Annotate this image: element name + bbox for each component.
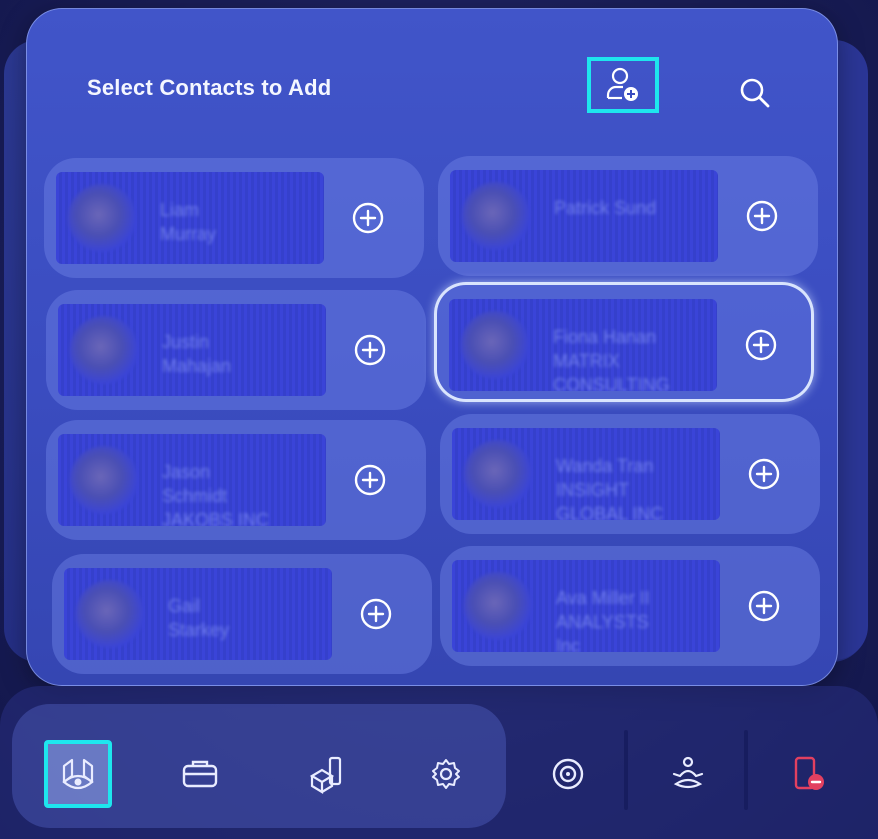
- plus-circle-icon: [360, 598, 392, 630]
- plus-circle-icon: [748, 590, 780, 622]
- contact-info-redacted: Liam Murray: [56, 172, 324, 264]
- contact-card[interactable]: Ava Miller II ANALYSTS Inc: [440, 546, 820, 666]
- contact-name: Gail Starkey: [168, 596, 230, 640]
- dock-item-view[interactable]: [44, 740, 112, 808]
- toolbox-icon: [182, 760, 218, 788]
- meditation-icon: [672, 756, 704, 789]
- contact-info-redacted: Wanda Tran INSIGHT GLOBAL INC: [452, 428, 720, 520]
- contact-name: Jason Schmidt JAKOBS INC: [162, 462, 270, 526]
- plus-circle-icon: [354, 334, 386, 366]
- panel-title: Select Contacts to Add: [87, 75, 332, 100]
- avatar: [462, 182, 530, 250]
- contact-card[interactable]: Wanda Tran INSIGHT GLOBAL INC: [440, 414, 820, 534]
- dock-item-settings[interactable]: [412, 740, 480, 808]
- contact-card[interactable]: Gail Starkey: [52, 554, 432, 674]
- contact-name: Fiona Hanan MATRIX CONSULTING: [553, 327, 670, 391]
- avatar: [70, 316, 138, 384]
- contact-card[interactable]: Fiona Hanan MATRIX CONSULTING: [434, 282, 814, 402]
- dock-separator: [744, 730, 748, 810]
- avatar: [461, 311, 529, 379]
- contact-name: Wanda Tran INSIGHT GLOBAL INC: [556, 456, 664, 520]
- avatar: [70, 446, 138, 514]
- add-contact-plus-button[interactable]: [350, 200, 386, 236]
- view-icon: [62, 758, 94, 790]
- add-contact-button[interactable]: [587, 57, 659, 113]
- add-contact-plus-button[interactable]: [352, 332, 388, 368]
- avatar: [464, 440, 532, 508]
- contact-name: Justin Mahajan: [162, 332, 232, 376]
- leave-call-icon: [794, 756, 824, 790]
- avatar: [464, 572, 532, 640]
- 3d-objects-icon: [309, 756, 342, 794]
- contact-info-redacted: Gail Starkey: [64, 568, 332, 660]
- avatar: [68, 184, 136, 252]
- settings-icon: [432, 759, 460, 789]
- add-contact-plus-button[interactable]: [746, 588, 782, 624]
- contact-name: Ava Miller II ANALYSTS Inc: [556, 588, 650, 652]
- contact-card[interactable]: Justin Mahajan: [46, 290, 426, 410]
- plus-circle-icon: [746, 200, 778, 232]
- dock-item-3d-objects[interactable]: [292, 740, 360, 808]
- target-icon: [552, 758, 584, 790]
- contact-name: Patrick Sund: [554, 198, 657, 218]
- dock-item-meditation[interactable]: [654, 740, 722, 808]
- contact-info-redacted: Patrick Sund: [450, 170, 718, 262]
- search-icon: [740, 78, 770, 108]
- plus-circle-icon: [352, 202, 384, 234]
- add-contact-plus-button[interactable]: [358, 596, 394, 632]
- person-add-icon: [606, 67, 638, 101]
- dock-separator: [624, 730, 628, 810]
- contact-card[interactable]: Jason Schmidt JAKOBS INC: [46, 420, 426, 540]
- contact-card[interactable]: Liam Murray: [44, 158, 424, 278]
- plus-circle-icon: [748, 458, 780, 490]
- contact-info-redacted: Fiona Hanan MATRIX CONSULTING: [449, 299, 717, 391]
- contact-info-redacted: Justin Mahajan: [58, 304, 326, 396]
- plus-circle-icon: [745, 329, 777, 361]
- add-contact-plus-button[interactable]: [352, 462, 388, 498]
- dock-item-toolbox[interactable]: [166, 740, 234, 808]
- contact-info-redacted: Jason Schmidt JAKOBS INC: [58, 434, 326, 526]
- add-contact-plus-button[interactable]: [746, 456, 782, 492]
- contact-info-redacted: Ava Miller II ANALYSTS Inc: [452, 560, 720, 652]
- search-button[interactable]: [727, 65, 783, 121]
- dock-item-target[interactable]: [534, 740, 602, 808]
- avatar: [76, 580, 144, 648]
- dock-item-leave-call[interactable]: [774, 740, 842, 808]
- plus-circle-icon: [354, 464, 386, 496]
- contact-card[interactable]: Patrick Sund: [438, 156, 818, 276]
- add-contact-plus-button[interactable]: [743, 327, 779, 363]
- contact-name: Liam Murray: [160, 200, 217, 244]
- add-contact-plus-button[interactable]: [744, 198, 780, 234]
